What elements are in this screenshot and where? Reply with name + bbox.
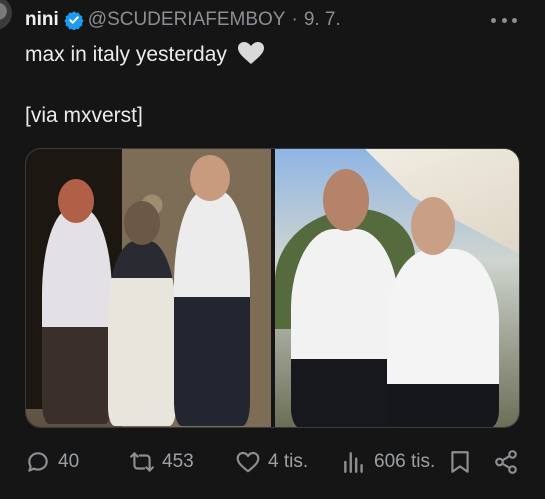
person-head — [323, 169, 369, 231]
person-figure — [42, 209, 112, 424]
bookmark-icon — [451, 451, 469, 473]
person-figure — [174, 191, 250, 426]
repost-button[interactable]: 453 — [129, 444, 194, 480]
person-figure — [387, 249, 499, 427]
reply-icon — [28, 452, 48, 472]
more-icon — [491, 17, 496, 23]
handle[interactable]: @SCUDERIAFEMBOY — [88, 9, 286, 31]
like-button[interactable]: 4 tis. — [235, 444, 308, 480]
media-grid — [25, 148, 520, 428]
reply-button[interactable]: 40 — [25, 444, 79, 480]
bookmark-button[interactable] — [447, 444, 473, 480]
more-icon — [501, 17, 507, 23]
tweet-text: max in italy yesterday — [25, 43, 227, 66]
reply-count: 40 — [58, 451, 80, 472]
tweet-text-line: [via mxverst] — [25, 104, 143, 128]
photo-right[interactable] — [275, 149, 519, 427]
person-head — [58, 179, 94, 223]
tweet-text-via: [via mxverst] — [25, 104, 143, 127]
views-button[interactable]: 606 tis. — [341, 444, 435, 480]
like-count: 4 tis. — [268, 451, 309, 472]
person-head — [124, 201, 160, 245]
photo-left[interactable] — [26, 149, 271, 427]
repost-icon — [130, 452, 154, 472]
person-figure — [108, 241, 176, 426]
views-icon — [344, 452, 363, 473]
white-heart-emoji — [237, 42, 264, 64]
action-bar: 40 453 4 tis. 606 tis. — [25, 444, 520, 480]
verified-badge-icon — [64, 11, 84, 30]
person-figure — [291, 229, 399, 427]
like-icon — [236, 451, 260, 473]
person-head — [190, 155, 230, 201]
views-count: 606 tis. — [374, 451, 436, 472]
share-button[interactable] — [493, 444, 519, 480]
post-date[interactable]: 9. 7. — [304, 9, 341, 31]
more-options-button[interactable] — [491, 11, 517, 29]
separator-dot: · — [291, 9, 298, 30]
post-header: nini @SCUDERIAFEMBOY · 9. 7. — [25, 8, 341, 32]
repost-count: 453 — [162, 451, 194, 472]
display-name[interactable]: nini — [25, 9, 59, 31]
tweet-text-line: max in italy yesterday — [25, 41, 265, 67]
person-head — [411, 197, 455, 255]
more-icon — [512, 17, 517, 23]
share-icon — [495, 450, 517, 474]
avatar[interactable] — [0, 0, 12, 30]
